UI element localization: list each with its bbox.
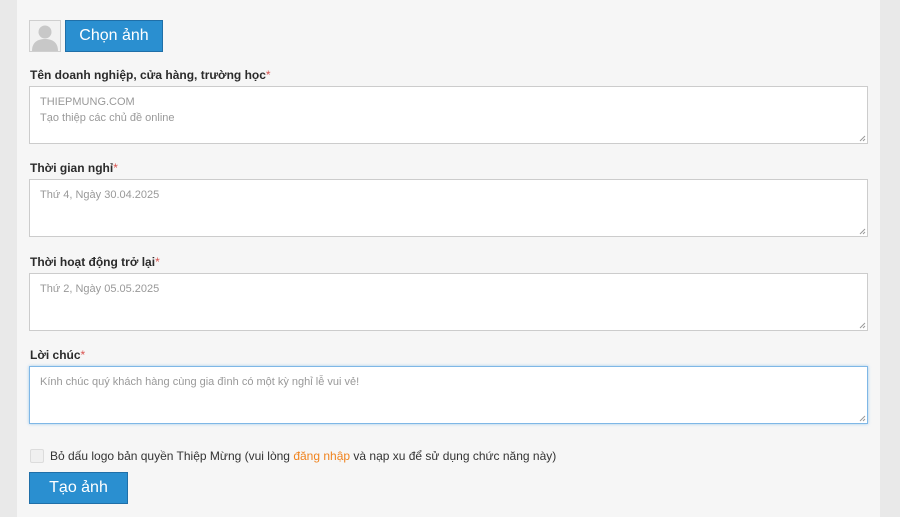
- remove-watermark-text-after: và nạp xu để sử dụng chức năng này): [350, 449, 557, 463]
- business-name-line-1: THIEPMUNG.COM: [40, 96, 135, 108]
- closed-time-label: Thời gian nghỉ*: [30, 161, 118, 175]
- business-name-label: Tên doanh nghiệp, cửa hàng, trường học*: [30, 68, 271, 82]
- resize-grip-icon[interactable]: [859, 322, 866, 329]
- remove-watermark-checkbox[interactable]: [30, 449, 44, 463]
- greeting-value: Kính chúc quý khách hàng cùng gia đình c…: [40, 376, 360, 388]
- reopen-time-value: Thứ 2, Ngày 05.05.2025: [40, 283, 160, 295]
- remove-watermark-option: Bỏ dấu logo bản quyền Thiệp Mừng (vui lò…: [30, 448, 556, 464]
- login-link[interactable]: đăng nhập: [293, 449, 350, 463]
- greeting-label: Lời chúc*: [30, 348, 86, 362]
- resize-grip-icon[interactable]: [859, 135, 866, 142]
- resize-grip-icon[interactable]: [859, 415, 866, 422]
- greeting-textarea[interactable]: Kính chúc quý khách hàng cùng gia đình c…: [29, 366, 868, 424]
- business-name-line-2: Tạo thiệp các chủ đề online: [40, 112, 175, 124]
- closed-time-textarea[interactable]: Thứ 4, Ngày 30.04.2025: [29, 179, 868, 237]
- resize-grip-icon[interactable]: [859, 228, 866, 235]
- choose-image-button[interactable]: Chọn ảnh: [65, 20, 163, 52]
- business-name-textarea[interactable]: THIEPMUNG.COM Tạo thiệp các chủ đề onlin…: [29, 86, 868, 144]
- reopen-time-label: Thời hoạt động trở lại*: [30, 255, 160, 269]
- closed-time-value: Thứ 4, Ngày 30.04.2025: [40, 189, 160, 201]
- user-silhouette-icon: [30, 21, 60, 51]
- avatar: [29, 20, 61, 52]
- create-image-button[interactable]: Tạo ảnh: [29, 472, 128, 504]
- reopen-time-textarea[interactable]: Thứ 2, Ngày 05.05.2025: [29, 273, 868, 331]
- remove-watermark-text-before: Bỏ dấu logo bản quyền Thiệp Mừng (vui lò…: [50, 449, 294, 463]
